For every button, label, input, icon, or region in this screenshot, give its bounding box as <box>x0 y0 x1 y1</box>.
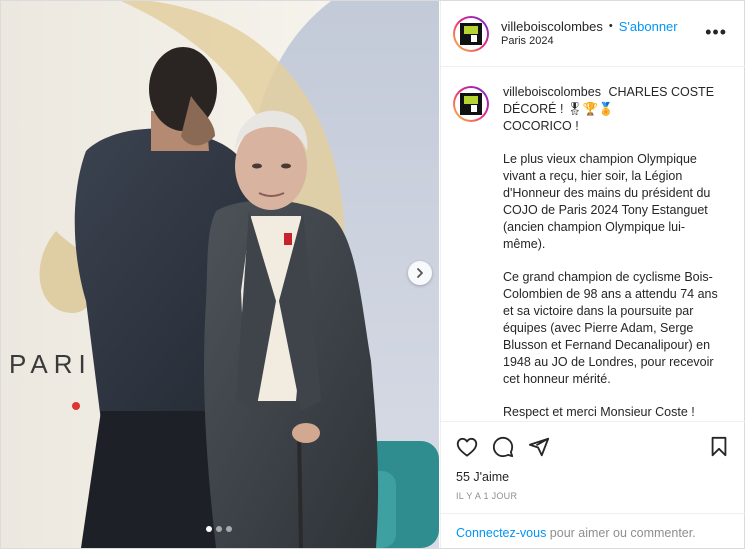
post-photo[interactable]: PARI <box>1 1 439 548</box>
like-count[interactable]: 55 J'aime <box>456 470 509 484</box>
share-button[interactable] <box>527 435 551 459</box>
comment-button[interactable] <box>491 435 515 459</box>
carousel-indicator <box>206 526 232 532</box>
caption-paragraph: Respect et merci Monsieur Coste ! <box>503 405 695 419</box>
heart-icon <box>456 437 478 457</box>
more-icon[interactable]: ••• <box>705 23 727 41</box>
separator: • <box>608 19 613 32</box>
caption: villeboiscolombes CHARLES COSTE DÉCORÉ !… <box>441 68 745 419</box>
photo-illustration: PARI <box>1 1 439 548</box>
caption-avatar[interactable] <box>453 86 489 122</box>
carousel-dot <box>206 526 212 532</box>
chevron-right-icon <box>417 268 423 278</box>
save-button[interactable] <box>707 435 731 459</box>
bookmark-icon <box>711 436 727 456</box>
instagram-post: PARI villeboiscolombes • S'abonner Paris… <box>0 0 745 549</box>
comment-icon <box>492 436 514 457</box>
username[interactable]: villeboiscolombes <box>501 19 603 35</box>
caption-line: COCORICO ! <box>503 119 579 133</box>
post-side-panel: villeboiscolombes • S'abonner Paris 2024… <box>440 1 745 548</box>
profile-logo <box>460 93 482 115</box>
action-bar <box>441 421 745 461</box>
carousel-dot <box>216 526 222 532</box>
location[interactable]: Paris 2024 <box>501 35 678 49</box>
carousel-next-button[interactable] <box>408 261 432 285</box>
timestamp[interactable]: IL Y A 1 JOUR <box>456 491 517 501</box>
caption-paragraph: Le plus vieux champion Olympique vivant … <box>503 152 711 251</box>
avatar[interactable] <box>453 15 489 52</box>
login-prompt: Connectez-vous pour aimer ou commenter. <box>441 513 745 548</box>
login-link[interactable]: Connectez-vous <box>456 526 546 540</box>
login-text: pour aimer ou commenter. <box>546 526 696 540</box>
follow-button[interactable]: S'abonner <box>619 19 678 35</box>
profile-logo <box>460 22 482 45</box>
caption-paragraph: Ce grand champion de cyclisme Bois-Colom… <box>503 270 718 386</box>
backdrop-text: PARI <box>9 349 92 379</box>
carousel-dot <box>226 526 232 532</box>
like-button[interactable] <box>455 435 479 459</box>
post-header: villeboiscolombes • S'abonner Paris 2024… <box>441 1 745 67</box>
caption-username[interactable]: villeboiscolombes <box>503 85 601 99</box>
share-icon <box>528 437 550 456</box>
